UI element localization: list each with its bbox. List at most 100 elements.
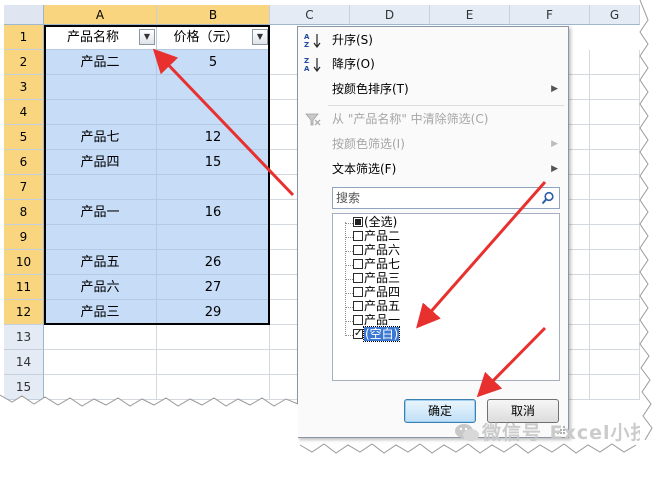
column-header-d[interactable]: D [350,5,430,25]
cell-a14[interactable] [44,350,157,375]
filter-list-item[interactable]: 产品三 [353,272,400,285]
search-input[interactable]: 搜索 [332,187,560,209]
cell-a5[interactable]: 产品七 [44,125,157,150]
cell-a15[interactable] [44,375,157,400]
cell-a4[interactable] [44,100,157,125]
cell-g2[interactable] [590,50,640,75]
column-header-a[interactable]: A [44,5,157,25]
checkbox[interactable] [353,231,363,241]
filter-list-item[interactable]: 产品四 [353,286,400,299]
cell-g10[interactable] [590,250,640,275]
cell-b9[interactable] [157,225,270,250]
row-header-8[interactable]: 8 [4,200,44,225]
cell-g9[interactable] [590,225,640,250]
cell-g3[interactable] [590,75,640,100]
select-all-corner[interactable] [4,5,44,25]
row-header-14[interactable]: 14 [4,350,44,375]
row-header-3[interactable]: 3 [4,75,44,100]
row-header-6[interactable]: 6 [4,150,44,175]
column-header-c[interactable]: C [270,5,350,25]
filter-dropdown-b-button[interactable]: ▼ [252,29,268,45]
cell-a8[interactable]: 产品一 [44,200,157,225]
cell-g8[interactable] [590,200,640,225]
cell-a12[interactable]: 产品三 [44,300,157,325]
cell-g4[interactable] [590,100,640,125]
filter-list-item[interactable]: 产品一 [353,314,400,327]
cell-b15[interactable] [157,375,270,400]
cell-g13[interactable] [590,325,640,350]
checkbox[interactable] [353,301,363,311]
cell-g15[interactable] [590,375,640,400]
cell-b10[interactable]: 26 [157,250,270,275]
cell-b2[interactable]: 5 [157,50,270,75]
checkbox[interactable] [353,259,363,269]
cell-b13[interactable] [157,325,270,350]
row-header-9[interactable]: 9 [4,225,44,250]
filter-list-item-label: 产品四 [364,285,401,299]
sort-by-color-item[interactable]: 按颜色排序(T) ▶ [298,77,568,102]
checkbox[interactable] [353,315,363,325]
tree-line [345,335,353,336]
text-filter-item[interactable]: 文本筛选(F) ▶ [298,157,568,182]
cell-b14[interactable] [157,350,270,375]
checkbox[interactable] [353,287,363,297]
row-header-11[interactable]: 11 [4,275,44,300]
row-header-12[interactable]: 12 [4,300,44,325]
filter-list-item[interactable]: 产品二 [353,230,400,243]
filter-list-item[interactable]: 产品六 [353,244,400,257]
cell-b6[interactable]: 15 [157,150,270,175]
column-header-b[interactable]: B [157,5,270,25]
row-header-15[interactable]: 15 [4,375,44,400]
cell-g12[interactable] [590,300,640,325]
cell-b8[interactable]: 16 [157,200,270,225]
cell-a10[interactable]: 产品五 [44,250,157,275]
row-header-13[interactable]: 13 [4,325,44,350]
cell-a7[interactable] [44,175,157,200]
cell-a13[interactable] [44,325,157,350]
row-header-1[interactable]: 1 [4,25,44,50]
cell-g7[interactable] [590,175,640,200]
cell-b12[interactable]: 29 [157,300,270,325]
svg-text:Z: Z [304,41,309,49]
filter-list-item-label: 产品一 [364,313,401,327]
clear-filter-icon [304,111,322,128]
checkbox[interactable] [353,273,363,283]
row-header-10[interactable]: 10 [4,250,44,275]
cell-g6[interactable] [590,150,640,175]
row-header-4[interactable]: 4 [4,100,44,125]
row-header-2[interactable]: 2 [4,50,44,75]
cell-b11[interactable]: 27 [157,275,270,300]
filter-list-item[interactable]: 产品五 [353,300,400,313]
column-header-g[interactable]: G [590,5,640,25]
cell-a9[interactable] [44,225,157,250]
cell-a11[interactable]: 产品六 [44,275,157,300]
cell-a3[interactable] [44,75,157,100]
cell-b5[interactable]: 12 [157,125,270,150]
cell-a2[interactable]: 产品二 [44,50,157,75]
filter-by-color-item[interactable]: 按颜色筛选(I) ▶ [298,132,568,157]
cell-g11[interactable] [590,275,640,300]
checkbox[interactable] [353,245,363,255]
column-header-e[interactable]: E [430,5,510,25]
filter-list-item[interactable]: (空白) [353,326,401,342]
cell-g14[interactable] [590,350,640,375]
cell-a6[interactable]: 产品四 [44,150,157,175]
row-header-7[interactable]: 7 [4,175,44,200]
sort-descending-item[interactable]: ZA 降序(O) [298,52,568,77]
column-header-f[interactable]: F [510,5,590,25]
watermark-label: 微信号 Excel小技巧 [482,422,640,444]
filter-list-item[interactable]: 产品七 [353,258,400,271]
cell-g5[interactable] [590,125,640,150]
cell-b7[interactable] [157,175,270,200]
search-icon[interactable] [541,191,555,205]
row-header-5[interactable]: 5 [4,125,44,150]
filter-dropdown-a-button[interactable]: ▼ [139,29,155,45]
cell-b4[interactable] [157,100,270,125]
cell-b3[interactable] [157,75,270,100]
sort-ascending-item[interactable]: AZ 升序(S) [298,28,568,53]
checkbox[interactable] [353,327,363,340]
clear-filter-item[interactable]: 从 "产品名称" 中清除筛选(C) [298,107,568,132]
checkbox[interactable] [353,217,363,227]
filter-value-list[interactable]: (全选)产品二产品六产品七产品三产品四产品五产品一(空白) [332,213,560,381]
filter-list-item[interactable]: (全选) [353,216,397,229]
